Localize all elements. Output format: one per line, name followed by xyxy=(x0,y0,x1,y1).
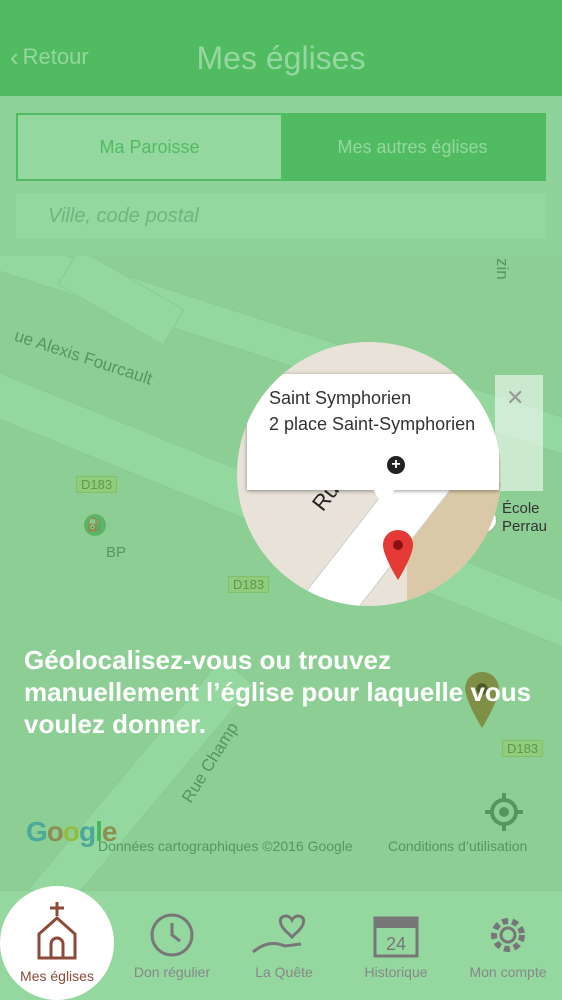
back-button[interactable]: ‹ Retour xyxy=(10,44,89,70)
locate-me-icon[interactable] xyxy=(484,792,524,832)
segment-control: Ma Paroisse Mes autres églises xyxy=(16,113,546,181)
popup-arrow xyxy=(372,487,396,509)
map-road xyxy=(57,256,185,346)
tab-label: Mes églises xyxy=(20,968,94,984)
close-icon[interactable]: ✕ xyxy=(506,385,524,411)
calendar-icon: 24 xyxy=(373,916,419,958)
map-attribution: Données cartographiques ©2016 Google xyxy=(98,838,353,854)
terms-link[interactable]: Conditions d’utilisation xyxy=(388,838,527,854)
tab-label: Don régulier xyxy=(133,964,211,980)
gear-icon xyxy=(491,918,525,952)
heart-hand-icon xyxy=(252,914,306,954)
church-name: Saint Symphorien xyxy=(269,388,412,408)
road-tag: D183 xyxy=(502,740,544,757)
tab-label: Historique xyxy=(364,964,428,980)
tab-mes-eglises[interactable]: Mes églises xyxy=(1,900,113,984)
search-placeholder: Ville, code postal xyxy=(48,204,199,227)
clock-icon xyxy=(150,913,194,957)
calendar-day: 24 xyxy=(386,934,406,954)
onboarding-message: Géolocalisez-vous ou trouvez manuellemen… xyxy=(24,645,532,739)
poi-label: BP xyxy=(106,544,127,561)
poi-label: École Perrau xyxy=(502,500,548,535)
fuel-icon: ⛽ xyxy=(84,514,106,536)
tab-ma-paroisse[interactable]: Ma Paroisse xyxy=(18,115,281,179)
road-tag: D183 xyxy=(228,576,270,593)
tab-label: La Quête xyxy=(255,964,313,980)
tab-mon-compte[interactable]: Mon compte xyxy=(452,912,562,980)
tab-la-quete[interactable]: La Quête xyxy=(228,912,340,980)
tab-historique[interactable]: 24 Historique xyxy=(340,912,452,980)
search-input[interactable]: Ville, code postal xyxy=(16,193,546,239)
street-label: ue Alexis Fourcault xyxy=(12,326,155,389)
church-address: 2 place Saint-Symphorien xyxy=(269,414,476,434)
tab-mes-autres-eglises[interactable]: Mes autres églises xyxy=(281,115,544,179)
back-label: Retour xyxy=(22,44,89,69)
church-icon xyxy=(37,902,77,960)
chevron-left-icon: ‹ xyxy=(10,42,19,72)
road-tag: D183 xyxy=(76,476,118,493)
church-info-popup[interactable]: Saint Symphorien 2 place Saint-Symphorie… xyxy=(247,374,499,490)
tab-label: Mon compte xyxy=(469,964,547,980)
street-label: zin xyxy=(493,258,512,280)
map-pin-icon[interactable] xyxy=(383,530,413,580)
add-icon[interactable]: + xyxy=(387,456,405,474)
spotlight-circle: Rue Saint- Saint Symphorien 2 place Sain… xyxy=(237,342,501,606)
tab-don-regulier[interactable]: Don régulier xyxy=(116,912,228,980)
